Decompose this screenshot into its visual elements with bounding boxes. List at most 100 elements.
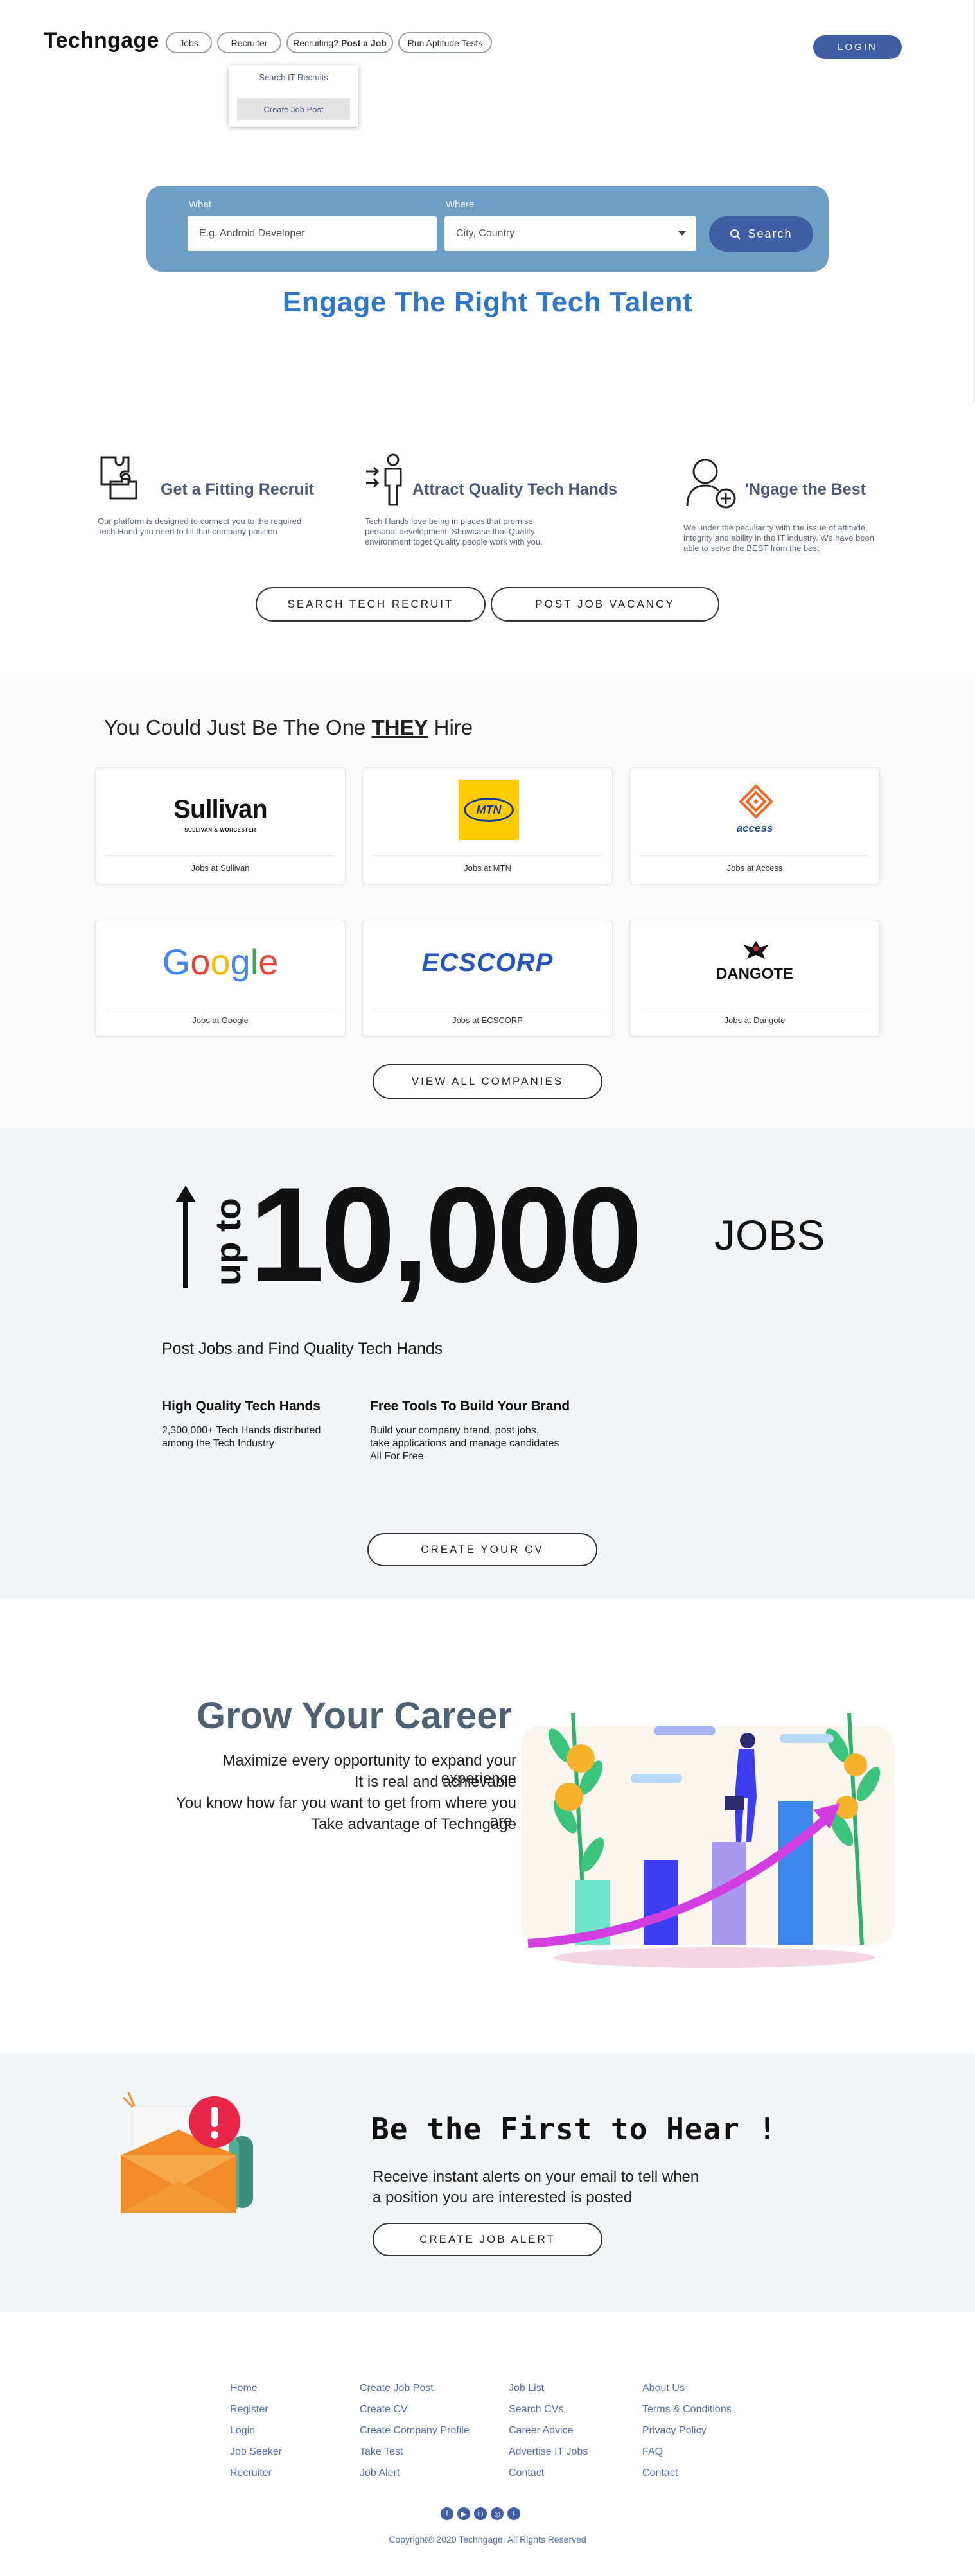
what-label: What	[189, 199, 212, 210]
feature-hq-title: High Quality Tech Hands	[162, 1399, 321, 1414]
mtn-logo: MTN	[459, 780, 519, 840]
feature-hq-line: among the Tech Industry	[162, 1438, 274, 1449]
company-card-mtn[interactable]: MTN Jobs at MTN	[362, 767, 613, 884]
card-divider	[640, 855, 869, 856]
ecscorp-logo: ECSCORP	[421, 949, 554, 977]
facebook-icon[interactable]: f	[441, 2507, 453, 2520]
twitter-icon[interactable]: t	[507, 2507, 520, 2520]
what-input-placeholder: E.g. Android Developer	[199, 228, 305, 239]
footer-link-create-cv[interactable]: Create CV	[360, 2399, 470, 2420]
footer-link-terms[interactable]: Terms & Conditions	[642, 2399, 732, 2420]
feature-title-attract-quality: Attract Quality Tech Hands	[412, 480, 618, 498]
footer-link-job-list[interactable]: Job List	[509, 2378, 588, 2399]
dropdown-create-job-post[interactable]: Create Job Post	[237, 98, 350, 120]
google-logo-text: Google	[162, 942, 279, 982]
magnet-person-icon	[366, 453, 402, 506]
footer-col-4: About Us Terms & Conditions Privacy Poli…	[642, 2378, 732, 2484]
alert-text-line: a position you are interested is posted	[373, 2189, 633, 2206]
access-logo-text: access	[736, 822, 773, 834]
nav-recruiter-label: Recruiter	[231, 37, 268, 48]
nav-jobs[interactable]: Jobs	[166, 32, 212, 53]
nav-post-a-job-bold: Post a Job	[341, 37, 387, 48]
footer-link-contact-2[interactable]: Contact	[642, 2462, 732, 2484]
puzzle-icon	[100, 456, 137, 500]
search-button[interactable]: Search	[709, 216, 813, 252]
company-card-label[interactable]: Jobs at ECSCORP	[363, 1015, 612, 1025]
google-logo-letter: o	[210, 942, 231, 982]
company-card-sullivan[interactable]: Sullivan SULLIVAN & WORCESTER Jobs at Su…	[95, 767, 346, 884]
nav-aptitude-label: Run Aptitude Tests	[407, 37, 483, 48]
companies-title-suffix: Hire	[428, 715, 473, 739]
company-card-label[interactable]: Jobs at Dangote	[630, 1015, 879, 1025]
footer-link-create-job-post[interactable]: Create Job Post	[360, 2378, 470, 2399]
footer-link-job-alert[interactable]: Job Alert	[360, 2462, 470, 2484]
where-select[interactable]: City, Country	[444, 216, 696, 251]
alert-text: Receive instant alerts on your email to …	[373, 2167, 699, 2208]
dropdown-search-it-recruits[interactable]: Search IT Recruits	[229, 73, 358, 82]
site-logo[interactable]: Techngage	[44, 28, 159, 53]
footer-link-login[interactable]: Login	[230, 2420, 282, 2441]
google-logo-letter: e	[258, 942, 279, 982]
what-input[interactable]: E.g. Android Developer	[188, 216, 437, 251]
footer-link-create-company-profile[interactable]: Create Company Profile	[360, 2420, 470, 2441]
footer-link-advertise-it-jobs[interactable]: Advertise IT Jobs	[509, 2441, 588, 2462]
feature-free-tools-text: Build your company brand, post jobs, tak…	[370, 1424, 559, 1463]
login-button[interactable]: LOGIN	[813, 35, 902, 59]
search-tech-recruit-button[interactable]: SEARCH TECH RECRUIT	[256, 587, 486, 622]
footer-link-search-cvs[interactable]: Search CVs	[509, 2399, 588, 2420]
footer-link-take-test[interactable]: Take Test	[360, 2441, 470, 2462]
search-icon	[730, 229, 741, 240]
chevron-down-icon	[678, 231, 686, 236]
footer-link-career-advice[interactable]: Career Advice	[509, 2420, 588, 2441]
company-card-access[interactable]: access Jobs at Access	[629, 767, 880, 884]
dangote-logo-text: DANGOTE	[716, 965, 793, 983]
company-card-label[interactable]: Jobs at MTN	[363, 863, 612, 873]
email-alert-illustration	[121, 2092, 253, 2213]
companies-title-prefix: You Could Just Be The One	[104, 715, 372, 739]
post-job-vacancy-button[interactable]: POST JOB VACANCY	[491, 587, 719, 622]
footer-link-job-seeker[interactable]: Job Seeker	[230, 2441, 282, 2462]
nav-aptitude-tests[interactable]: Run Aptitude Tests	[398, 32, 492, 53]
arrow-up-icon	[175, 1186, 196, 1288]
company-card-label[interactable]: Jobs at Sullivan	[96, 863, 345, 873]
feature-text-ngage-best: We under the peculiarity with the issue …	[683, 523, 874, 554]
feature-hq-text: 2,300,000+ Tech Hands distributed among …	[162, 1424, 321, 1450]
nav-post-a-job[interactable]: Recruiting? Post a Job	[286, 32, 393, 53]
feature-text-line: Tech Hands love being in places that pro…	[365, 516, 533, 526]
feature-text-fitting-recruit: Our platform is designed to connect you …	[98, 516, 301, 537]
footer-link-faq[interactable]: FAQ	[642, 2441, 732, 2462]
alert-title: Be the First to Hear !	[371, 2112, 777, 2146]
instagram-icon[interactable]: ◎	[491, 2507, 504, 2520]
career-line: Take advantage of Techngage	[311, 1816, 516, 1833]
footer-link-about-us[interactable]: About Us	[642, 2378, 732, 2399]
nav-post-a-job-prefix: Recruiting?	[293, 37, 339, 48]
sullivan-logo-subtitle: SULLIVAN & WORCESTER	[184, 827, 256, 833]
view-all-companies-button[interactable]: VIEW ALL COMPANIES	[373, 1064, 602, 1099]
company-card-ecscorp[interactable]: ECSCORP Jobs at ECSCORP	[362, 920, 613, 1037]
footer-link-home[interactable]: Home	[230, 2378, 282, 2399]
company-card-label[interactable]: Jobs at Access	[630, 863, 879, 873]
create-job-alert-button[interactable]: CREATE JOB ALERT	[373, 2223, 602, 2256]
footer-link-contact[interactable]: Contact	[509, 2462, 588, 2484]
hero-section-border	[970, 0, 975, 403]
sullivan-logo: Sullivan	[173, 795, 267, 823]
nav-recruiter[interactable]: Recruiter	[217, 32, 281, 53]
career-line: It is real and achievable	[354, 1773, 516, 1791]
company-card-label[interactable]: Jobs at Google	[96, 1015, 345, 1025]
company-card-dangote[interactable]: DANGOTE Jobs at Dangote	[629, 920, 880, 1037]
google-logo-letter: o	[190, 942, 211, 982]
feature-free-tools-line: Build your company brand, post jobs,	[370, 1425, 540, 1436]
google-logo-letter: l	[250, 942, 259, 982]
footer-col-3: Job List Search CVs Career Advice Advert…	[509, 2378, 588, 2484]
footer-link-register[interactable]: Register	[230, 2399, 282, 2420]
company-card-google[interactable]: Google Jobs at Google	[95, 920, 346, 1037]
linkedin-icon[interactable]: in	[474, 2507, 487, 2520]
footer-col-1: Home Register Login Job Seeker Recruiter	[230, 2378, 282, 2484]
jobs-count: 10,000	[249, 1159, 642, 1310]
create-cv-button[interactable]: CREATE YOUR CV	[367, 1533, 597, 1566]
footer-link-recruiter[interactable]: Recruiter	[230, 2462, 282, 2484]
search-button-label: Search	[748, 227, 793, 240]
companies-section	[0, 680, 975, 1128]
footer-link-privacy[interactable]: Privacy Policy	[642, 2420, 732, 2441]
youtube-icon[interactable]: ▶	[457, 2507, 470, 2520]
